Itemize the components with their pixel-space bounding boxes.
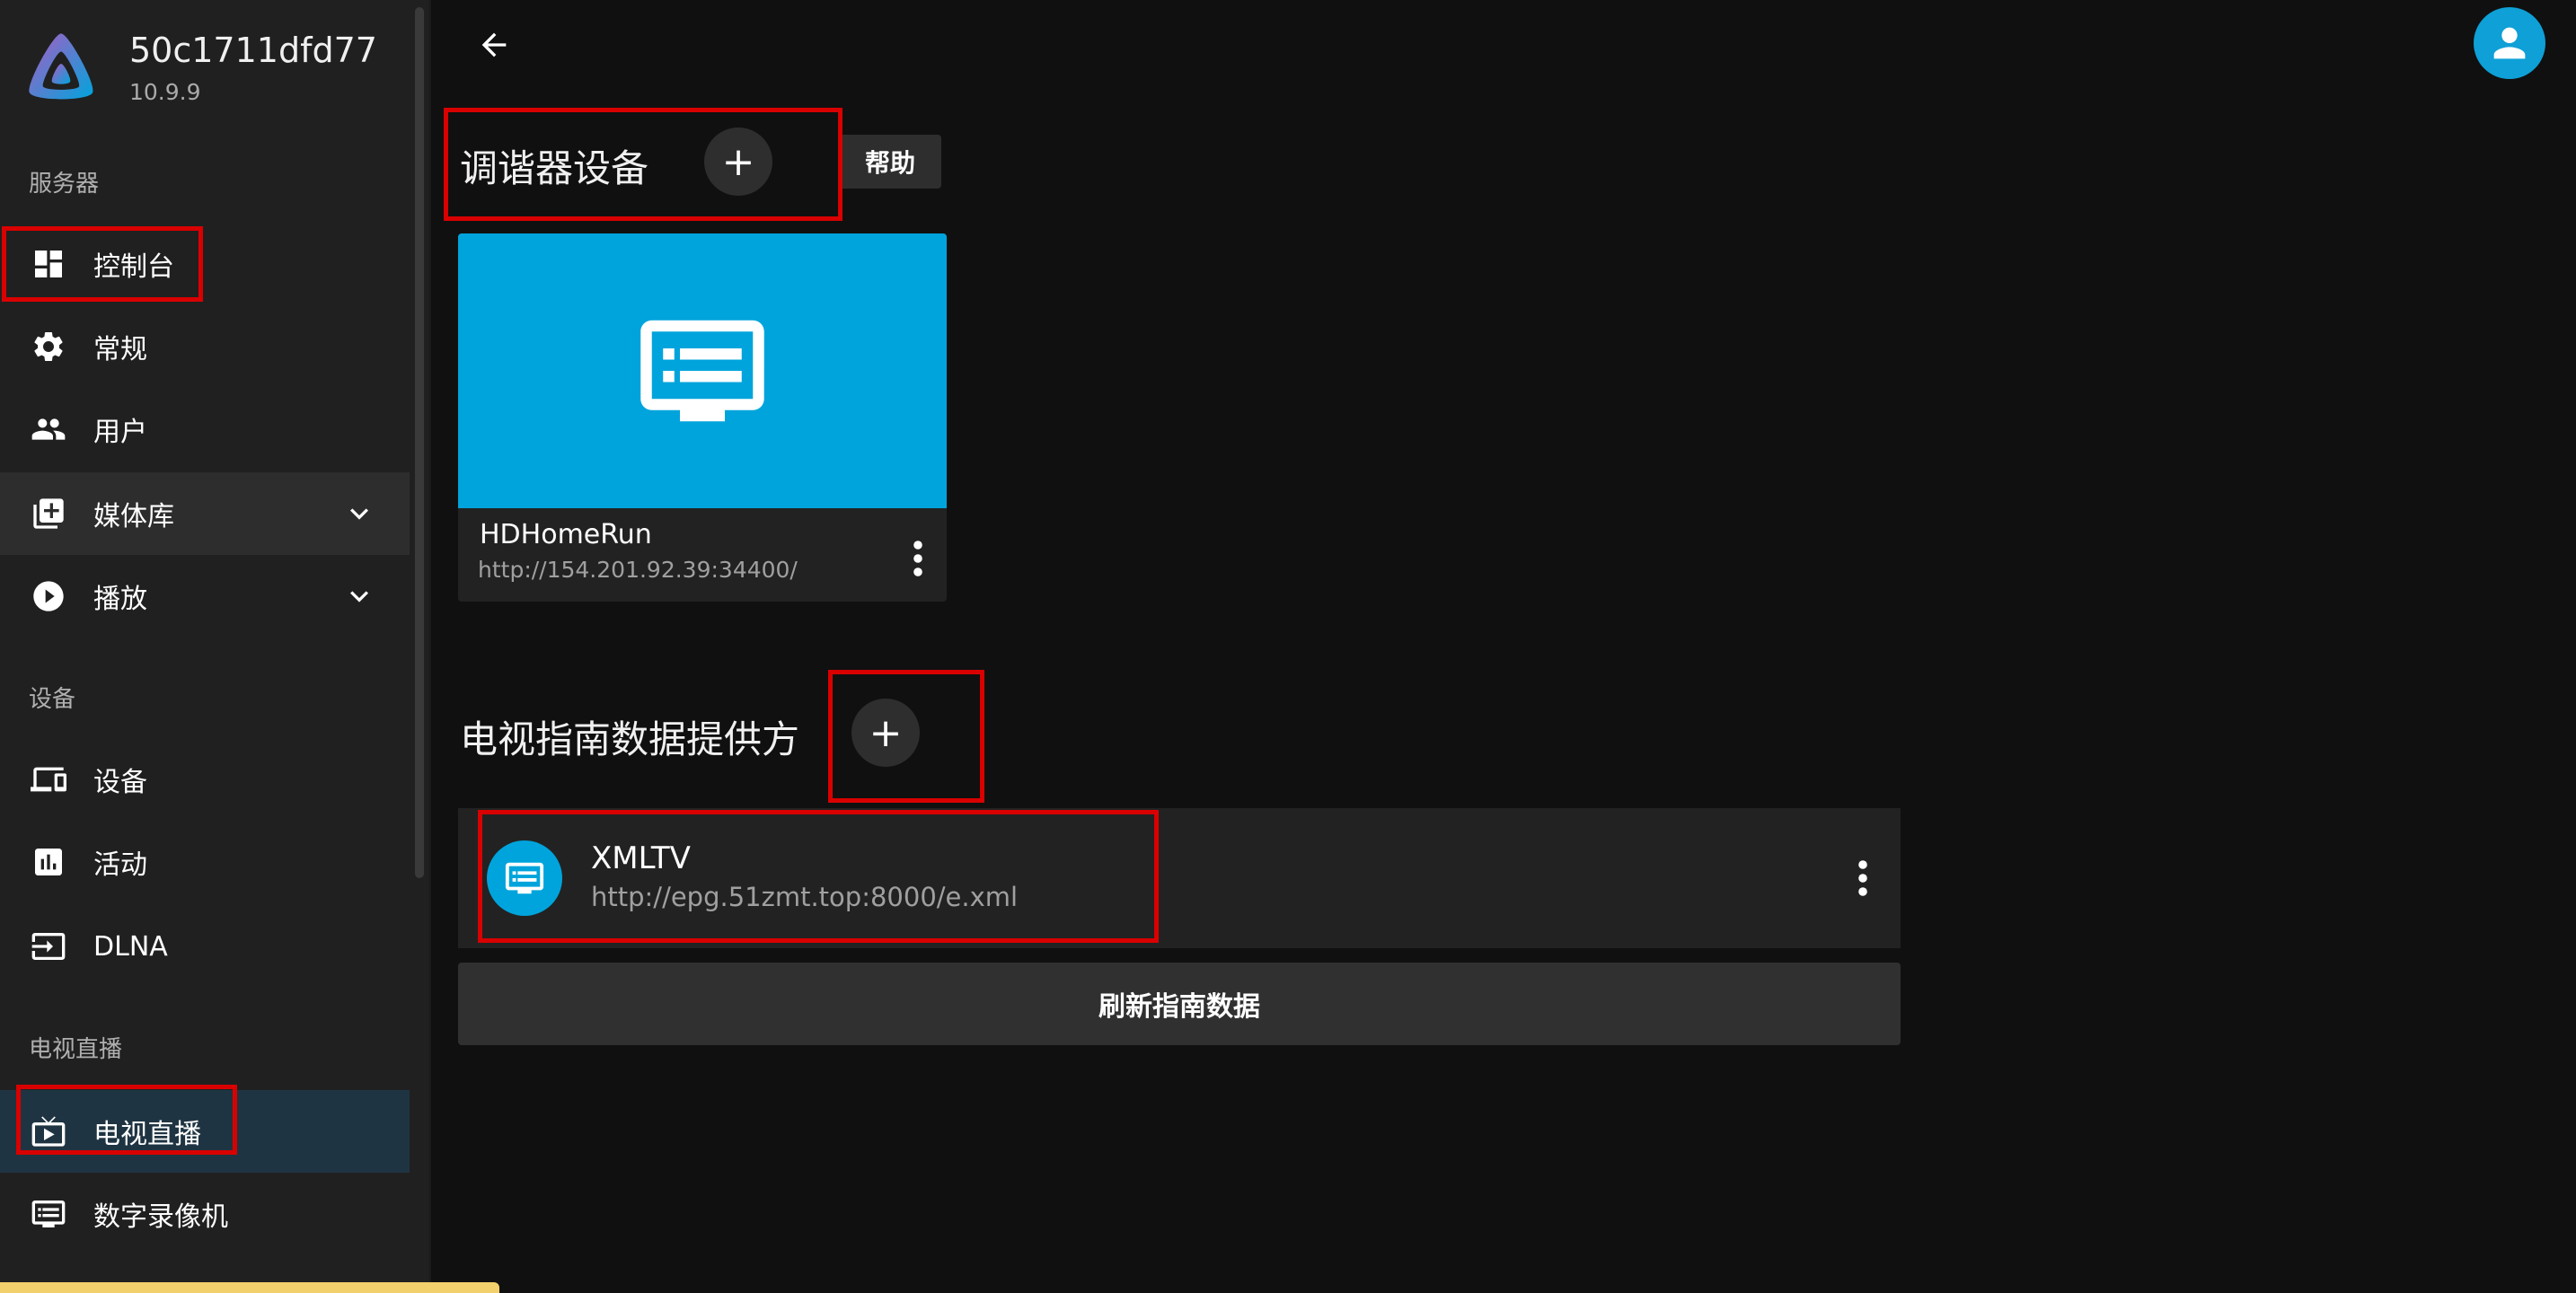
sidebar-item-label: 活动 — [93, 849, 147, 881]
sidebar-item-dlna[interactable]: DLNA — [0, 905, 410, 988]
back-button[interactable] — [467, 18, 521, 72]
jellyfin-logo-icon — [29, 33, 93, 100]
tuner-card[interactable]: HDHomeRun http://154.201.92.39:34400/ — [458, 233, 947, 602]
section-label-livetv: 电视直播 — [29, 1036, 123, 1063]
sidebar-item-playback[interactable]: 播放 — [0, 555, 410, 638]
server-brand[interactable]: 50c1711dfd77 10.9.9 — [23, 25, 419, 124]
dvr-icon — [29, 1194, 68, 1234]
server-name: 50c1711dfd77 — [129, 31, 377, 70]
dashboard-icon — [29, 244, 68, 284]
sidebar: 50c1711dfd77 10.9.9 服务器 控制台 常规 用户 媒体库 播放… — [0, 0, 429, 1293]
help-button[interactable]: 帮助 — [839, 135, 941, 189]
account-icon — [2493, 27, 2526, 59]
sidebar-item-label: 常规 — [93, 334, 147, 365]
chevron-down-icon[interactable] — [341, 578, 377, 614]
sidebar-item-label: 媒体库 — [93, 501, 174, 532]
tuner-url: http://154.201.92.39:34400/ — [478, 557, 798, 583]
chevron-down-icon[interactable] — [341, 496, 377, 532]
sidebar-item-libraries[interactable]: 媒体库 — [0, 472, 410, 555]
library-add-icon — [29, 494, 68, 533]
sidebar-item-devices[interactable]: 设备 — [0, 738, 410, 821]
more-vert-icon[interactable] — [1847, 857, 1879, 900]
sidebar-item-label: DLNA — [93, 930, 168, 963]
add-tuner-button[interactable]: + — [704, 128, 772, 196]
sidebar-item-label: 数字录像机 — [93, 1201, 228, 1233]
sidebar-item-dashboard[interactable]: 控制台 — [0, 223, 410, 305]
input-icon — [29, 927, 68, 966]
user-avatar-button[interactable] — [2474, 7, 2545, 79]
notification-bar — [0, 1282, 499, 1293]
sidebar-item-users[interactable]: 用户 — [0, 388, 410, 471]
insights-icon — [29, 842, 68, 882]
sidebar-item-label: 设备 — [93, 767, 147, 798]
add-guide-provider-button[interactable]: + — [851, 699, 920, 767]
refresh-guide-button[interactable]: 刷新指南数据 — [458, 963, 1901, 1045]
sidebar-item-label: 播放 — [93, 584, 147, 615]
more-vert-icon[interactable] — [902, 537, 934, 580]
list-item[interactable]: XMLTV http://epg.51zmt.top:8000/e.xml — [458, 808, 1901, 948]
play-circle-icon — [29, 576, 68, 616]
server-version: 10.9.9 — [129, 79, 201, 105]
guide-providers-title: 电视指南数据提供方 — [460, 717, 800, 761]
provider-url: http://epg.51zmt.top:8000/e.xml — [591, 882, 1019, 912]
sidebar-divider — [429, 0, 431, 1293]
sidebar-item-label: 电视直播 — [93, 1119, 201, 1150]
sidebar-item-label: 控制台 — [93, 251, 174, 283]
sidebar-scrollbar[interactable] — [415, 7, 424, 878]
tuner-devices-title: 调谐器设备 — [460, 146, 649, 190]
dvr-icon — [640, 320, 764, 422]
arrow-back-icon — [481, 32, 507, 57]
people-icon — [29, 409, 68, 449]
live-tv-icon — [29, 1112, 68, 1151]
dvr-icon — [487, 840, 562, 916]
provider-name: XMLTV — [591, 840, 691, 876]
sidebar-item-label: 用户 — [93, 417, 147, 448]
tuner-card-image[interactable] — [458, 233, 947, 508]
sidebar-item-activity[interactable]: 活动 — [0, 821, 410, 903]
section-label-server: 服务器 — [29, 171, 100, 198]
devices-icon — [29, 760, 68, 799]
sidebar-item-dvr[interactable]: 数字录像机 — [0, 1173, 410, 1255]
tuner-name: HDHomeRun — [480, 519, 652, 550]
sidebar-item-general[interactable]: 常规 — [0, 305, 410, 388]
section-label-devices: 设备 — [29, 686, 76, 713]
sidebar-item-livetv[interactable]: 电视直播 — [0, 1090, 410, 1173]
gear-icon — [29, 327, 68, 366]
